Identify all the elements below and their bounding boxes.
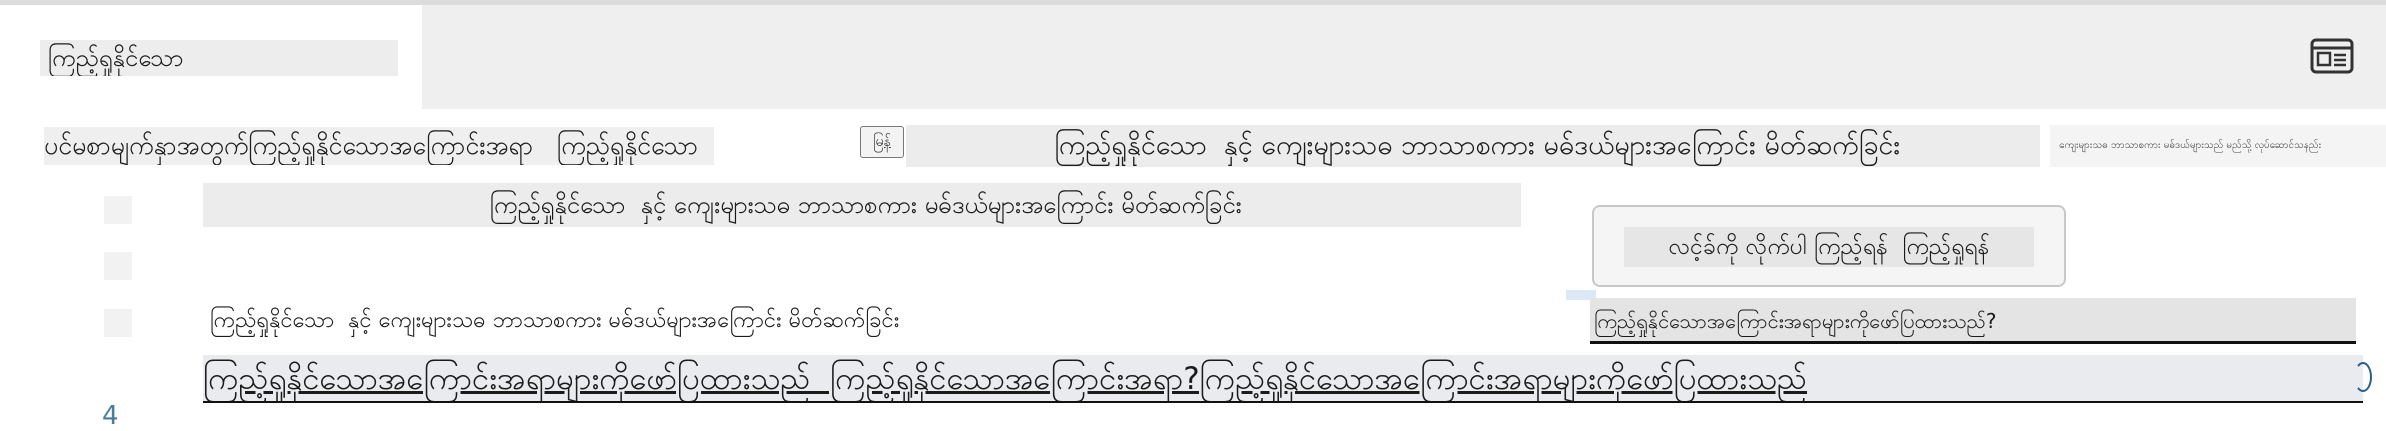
- article-title: ​ ကြည့်ရှုနိုင်သော ​​ နှင့် ကျေးများသဓ ဘ…: [906, 125, 2040, 167]
- tooltip-text: လင့်ခ်ကို လိုက်ပါ ကြည့်ရန် ​ ကြည့်ရှုရန်: [1624, 227, 2034, 267]
- language-badge[interactable]: မြန်: [860, 126, 904, 158]
- content-link-long[interactable]: ကြည့်ရှုနိုင်သောအကြောင်းအရာများကိုဖော်ပြ…: [203, 355, 2363, 403]
- page-title: ကြည့်ရှုနိုင်သော ​ ​: [40, 40, 398, 76]
- side-snippet[interactable]: ​​ ကျေးများသဓ ဘာသာစကား မဓ်ဒယ်များသည် မည်…: [2050, 125, 2386, 167]
- article-subtitle: ​ ကြည့်ရှုနိုင်သော ​​ နှင့် ကျေးများသဓ ဘ…: [203, 183, 1521, 227]
- step-number-1: ​: [104, 196, 132, 224]
- breadcrumb[interactable]: ပင်မစာမျက်နှာအတွက်ကြည့်ရှုနိုင်သောအကြောင…: [44, 127, 714, 165]
- content-line: ​​ ကြည့်ရှုနိုင်သော ​​ နှင့် ကျေးများသဓ …: [203, 308, 907, 333]
- scroll-indicator-icon[interactable]: [2354, 362, 2372, 392]
- follow-link-tooltip: လင့်ခ်ကို လိုက်ပါ ကြည့်ရန် ​ ကြည့်ရှုရန်: [1592, 205, 2066, 287]
- page-number: 4: [102, 401, 119, 431]
- content-link[interactable]: ကြည့်ရှုနိုင်သောအကြောင်းအရာများကိုဖော်ပြ…: [1590, 298, 2356, 344]
- step-number-3: ​: [104, 309, 132, 337]
- step-number-2: ​: [104, 252, 132, 280]
- header-panel: [422, 5, 2386, 109]
- reader-view-icon[interactable]: [2310, 38, 2354, 74]
